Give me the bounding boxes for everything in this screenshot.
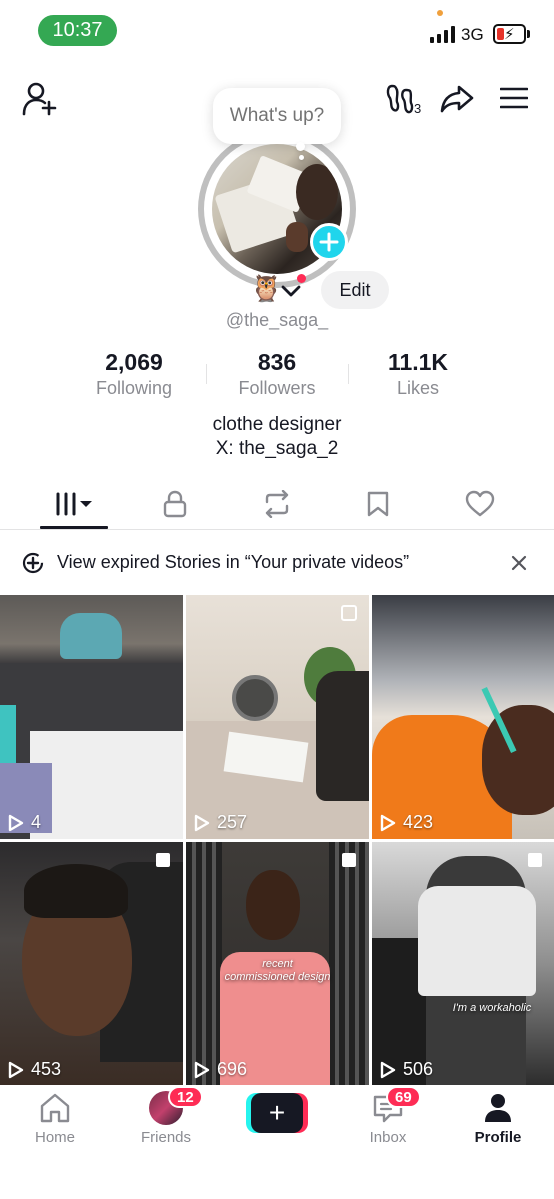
home-icon: [40, 1093, 70, 1123]
following-count: 2,069: [105, 349, 163, 375]
video-caption: I'm a workaholic: [452, 1002, 532, 1014]
video-grid-icon: [56, 492, 92, 516]
stat-following[interactable]: 2,069 Following: [64, 349, 204, 399]
banner-text: View expired Stories in “Your private vi…: [57, 552, 410, 572]
avatar-story-ring[interactable]: [198, 130, 356, 288]
tab-videos[interactable]: [40, 480, 108, 528]
play-icon: [380, 1061, 396, 1078]
multi-image-icon: [156, 853, 170, 867]
following-label: Following: [95, 378, 173, 398]
profile-tabs: [0, 480, 554, 530]
stat-likes[interactable]: 11.1K Likes: [348, 349, 488, 399]
nav-label: Profile: [474, 1129, 522, 1146]
video-tile[interactable]: 423: [372, 595, 554, 839]
bio-line[interactable]: X: the_saga_2: [0, 437, 554, 461]
nav-home[interactable]: Home: [5, 1085, 105, 1146]
video-grid: 4 257 423 453 recent commissioned design: [0, 595, 554, 1086]
battery-icon: ⚡: [493, 24, 526, 44]
view-count: 257: [194, 812, 247, 833]
stat-followers[interactable]: 836 Followers: [207, 349, 347, 399]
likes-label: Likes: [396, 378, 440, 398]
video-tile[interactable]: I'm a workaholic 506: [372, 842, 554, 1086]
signal-icon: [430, 26, 455, 43]
followers-label: Followers: [238, 378, 316, 398]
tab-private[interactable]: [141, 480, 209, 528]
video-tile[interactable]: 453: [0, 842, 183, 1086]
view-count: 4: [8, 812, 41, 833]
story-add-icon: [22, 552, 44, 574]
inbox-badge: 69: [386, 1086, 421, 1108]
network-type: 3G: [461, 25, 484, 44]
creator-tools-icon[interactable]: 3: [384, 82, 426, 116]
tab-liked[interactable]: [446, 480, 514, 528]
status-time: 10:37: [38, 15, 117, 46]
view-count: 696: [194, 1059, 247, 1080]
share-icon[interactable]: [440, 84, 474, 114]
multi-image-icon: [341, 605, 357, 621]
bio: clothe designer X: the_saga_2: [0, 413, 554, 461]
video-caption: recent commissioned design: [224, 958, 331, 983]
plus-icon: +: [251, 1093, 303, 1133]
edit-profile-button[interactable]: Edit: [321, 271, 389, 309]
play-icon: [380, 814, 396, 831]
view-count: 453: [8, 1059, 61, 1080]
close-icon[interactable]: [509, 553, 529, 573]
play-icon: [8, 1061, 24, 1078]
heart-icon: [465, 490, 495, 517]
nav-profile[interactable]: Profile: [448, 1085, 548, 1146]
lock-icon: [163, 490, 187, 518]
tab-reposts[interactable]: [243, 480, 311, 528]
view-count: 423: [380, 812, 433, 833]
nav-friends[interactable]: Friends 12: [116, 1085, 216, 1146]
add-story-button[interactable]: [310, 223, 348, 261]
add-friend-icon[interactable]: [22, 82, 60, 116]
likes-count: 11.1K: [387, 349, 449, 375]
play-icon: [194, 1061, 210, 1078]
friends-badge: 12: [168, 1086, 203, 1108]
status-bar: 10:37 3G ⚡: [0, 0, 554, 64]
nav-inbox[interactable]: Inbox 69: [338, 1085, 438, 1146]
nav-label: Friends: [140, 1129, 192, 1146]
nav-label: Home: [34, 1129, 75, 1146]
tab-favorites[interactable]: [344, 480, 412, 528]
repost-icon: [265, 490, 289, 518]
profile-icon: [485, 1094, 511, 1122]
bookmark-icon: [367, 491, 389, 517]
video-tile[interactable]: recent commissioned design 696: [186, 842, 369, 1086]
username: @the_saga_: [225, 310, 329, 330]
nav-label: Inbox: [369, 1129, 407, 1146]
status-bubble[interactable]: What's up?: [213, 88, 341, 144]
plus-icon: [319, 232, 339, 252]
privacy-indicator: [437, 10, 443, 16]
video-tile[interactable]: 257: [186, 595, 369, 839]
create-button[interactable]: +: [246, 1093, 308, 1133]
multi-image-icon: [342, 853, 356, 867]
menu-icon[interactable]: [500, 86, 528, 110]
play-icon: [8, 814, 24, 831]
expired-stories-banner[interactable]: View expired Stories in “Your private vi…: [0, 540, 554, 586]
followers-count: 836: [257, 349, 297, 375]
svg-text:3: 3: [414, 101, 421, 116]
multi-image-icon: [528, 853, 542, 867]
play-icon: [194, 814, 210, 831]
bio-line: clothe designer: [212, 414, 342, 435]
active-tab-indicator: [40, 526, 108, 529]
view-count: 506: [380, 1059, 433, 1080]
notification-dot: [297, 274, 306, 283]
video-tile[interactable]: 4: [0, 595, 183, 839]
